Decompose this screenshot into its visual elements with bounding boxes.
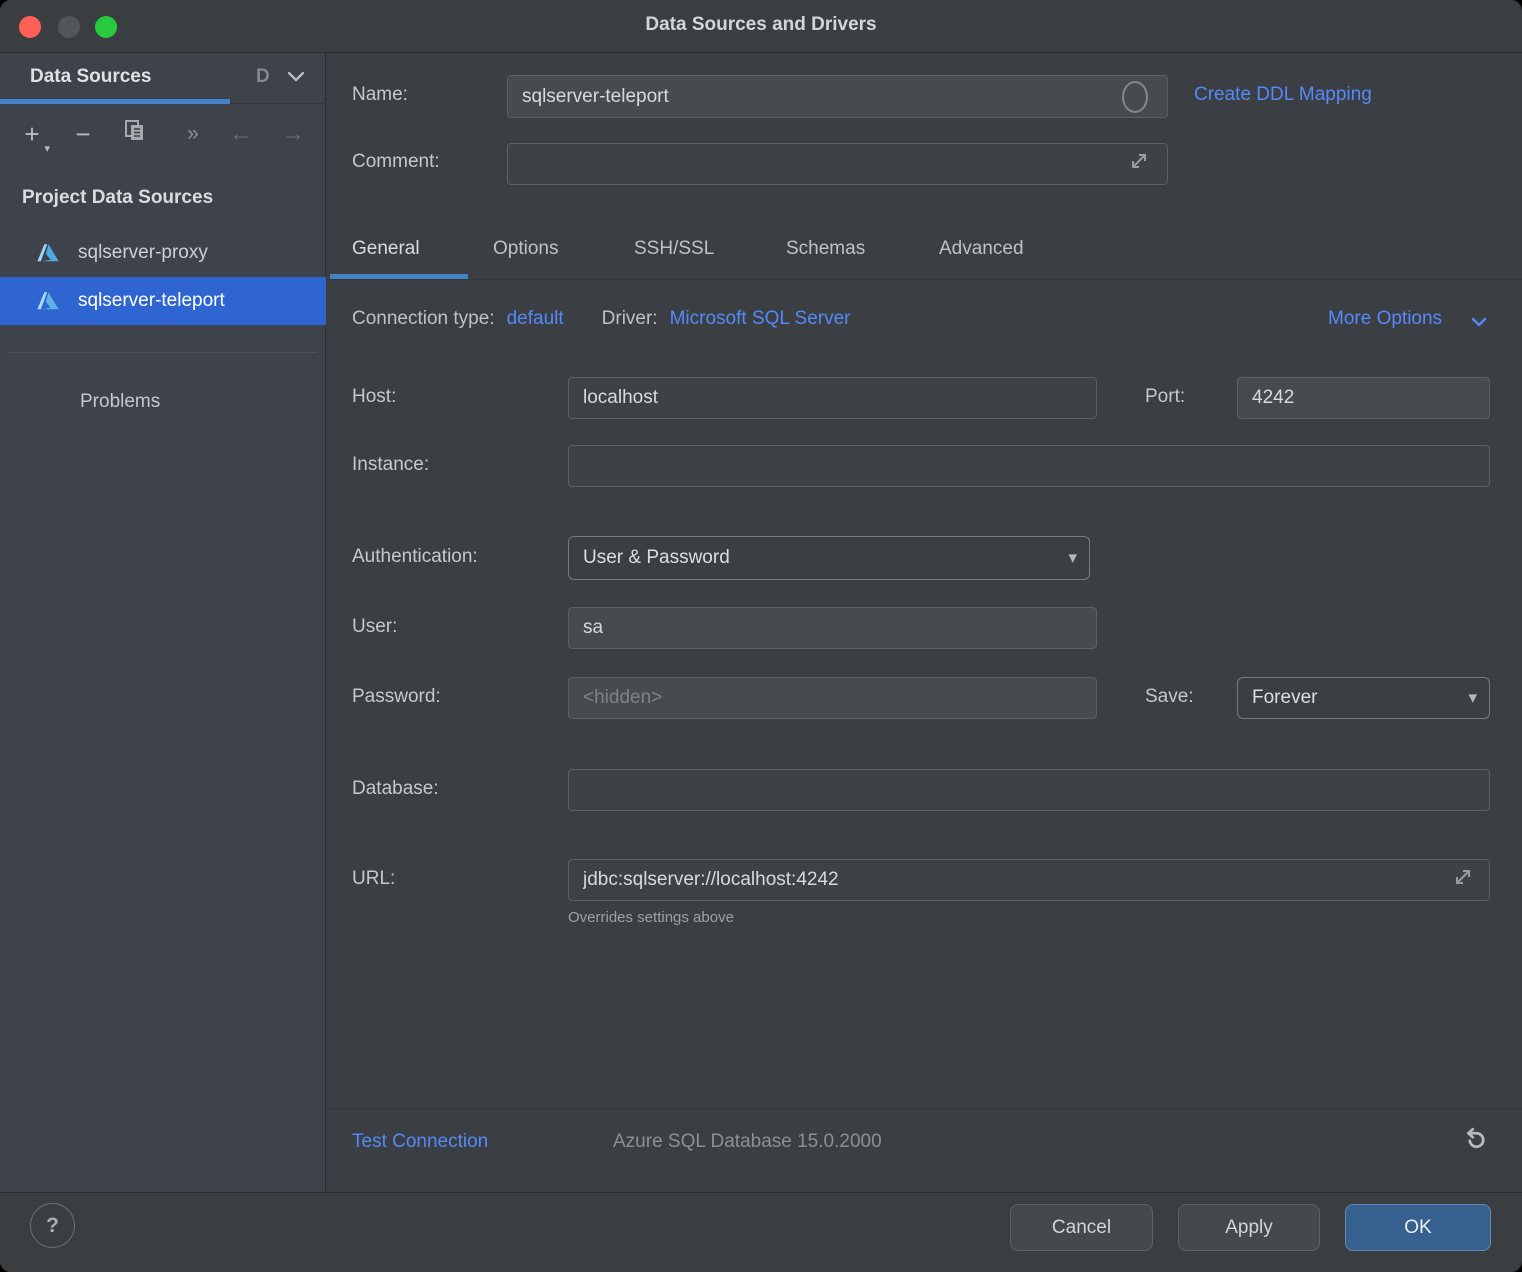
url-label: URL:	[352, 868, 395, 890]
save-select[interactable]: Forever ▾	[1237, 677, 1490, 719]
instance-label: Instance:	[352, 454, 429, 476]
loading-circle-icon	[1122, 81, 1148, 113]
connection-type-label: Connection type:	[352, 308, 495, 330]
connection-type-value-link[interactable]: default	[507, 308, 564, 330]
database-label: Database:	[352, 778, 439, 800]
azure-sql-icon	[36, 241, 60, 265]
ok-button[interactable]: OK	[1345, 1204, 1491, 1251]
host-input[interactable]	[568, 377, 1097, 419]
list-item-sqlserver-teleport[interactable]: sqlserver-teleport	[0, 277, 326, 325]
port-label: Port:	[1145, 386, 1185, 408]
driver-value-link[interactable]: Microsoft SQL Server	[670, 308, 851, 330]
create-ddl-mapping-link[interactable]: Create DDL Mapping	[1194, 84, 1372, 106]
azure-sql-icon	[36, 289, 60, 313]
back-button[interactable]: ←	[222, 115, 260, 153]
host-label: Host:	[352, 386, 396, 408]
dropdown-arrow-icon: ▾	[1468, 688, 1477, 708]
password-label: Password:	[352, 686, 441, 708]
window-title: Data Sources and Drivers	[0, 14, 1522, 36]
status-row-divider	[327, 1108, 1522, 1109]
add-dropdown-caret-icon: ▾	[44, 144, 50, 155]
expand-url-icon[interactable]	[1452, 866, 1474, 893]
tab-options[interactable]: Options	[493, 238, 558, 260]
save-value: Forever	[1252, 687, 1317, 709]
sidebar-divider	[8, 352, 318, 353]
dropdown-arrow-icon: ▾	[1068, 548, 1077, 568]
forward-button[interactable]: →	[274, 115, 312, 153]
data-sources-dialog: Data Sources and Drivers Data Sources D …	[0, 0, 1522, 1272]
add-data-source-button[interactable]: + ▾	[13, 115, 51, 153]
double-chevron-icon: »	[187, 122, 199, 145]
authentication-select[interactable]: User & Password ▾	[568, 536, 1090, 580]
more-actions-button[interactable]: »	[174, 115, 212, 153]
database-input[interactable]	[568, 769, 1490, 811]
chevron-down-icon[interactable]	[286, 70, 306, 86]
save-label: Save:	[1145, 686, 1194, 708]
arrow-left-icon: ←	[229, 120, 253, 147]
password-input[interactable]	[568, 677, 1097, 719]
test-connection-link[interactable]: Test Connection	[352, 1131, 488, 1153]
name-input[interactable]	[507, 75, 1168, 118]
data-source-label: sqlserver-teleport	[78, 290, 225, 312]
tab-advanced[interactable]: Advanced	[939, 238, 1024, 260]
list-item-sqlserver-proxy[interactable]: sqlserver-proxy	[0, 229, 326, 277]
name-label: Name:	[352, 84, 408, 106]
connection-type-row: Connection type: default Driver: Microso…	[352, 308, 851, 330]
comment-label: Comment:	[352, 151, 440, 173]
comment-input[interactable]	[507, 143, 1168, 185]
more-options-link[interactable]: More Options	[1328, 308, 1442, 330]
data-source-label: sqlserver-proxy	[78, 242, 208, 264]
authentication-value: User & Password	[583, 547, 730, 569]
duplicate-icon	[121, 119, 147, 149]
help-button[interactable]: ?	[30, 1203, 75, 1248]
tabs-divider	[327, 279, 1522, 280]
duplicate-data-source-button[interactable]	[115, 115, 153, 153]
server-version-text: Azure SQL Database 15.0.2000	[613, 1131, 882, 1153]
titlebar: Data Sources and Drivers	[0, 0, 1522, 53]
url-input[interactable]	[568, 859, 1490, 901]
user-label: User:	[352, 616, 397, 638]
minus-icon: −	[75, 119, 90, 149]
project-data-sources-header: Project Data Sources	[22, 187, 213, 209]
expand-comment-icon[interactable]	[1128, 150, 1150, 177]
driver-label: Driver:	[602, 308, 658, 330]
more-options-chevron-icon[interactable]	[1470, 315, 1488, 333]
port-input[interactable]	[1237, 377, 1490, 419]
tab-schemas[interactable]: Schemas	[786, 238, 865, 260]
tab-general[interactable]: General	[352, 238, 420, 260]
sidebar-item-problems[interactable]: Problems	[80, 391, 160, 413]
active-tab-underline	[0, 99, 230, 104]
tab-data-sources[interactable]: Data Sources	[30, 66, 151, 88]
sidebar-tab-header: Data Sources D	[0, 53, 326, 104]
remove-data-source-button[interactable]: −	[64, 115, 102, 153]
plus-icon: +	[24, 119, 39, 149]
apply-button[interactable]: Apply	[1178, 1204, 1320, 1251]
revert-icon[interactable]	[1460, 1125, 1490, 1158]
instance-input[interactable]	[568, 445, 1490, 487]
url-hint-text: Overrides settings above	[568, 909, 734, 926]
tab-drivers-truncated[interactable]: D	[256, 66, 271, 88]
sidebar: Data Sources D + ▾ −	[0, 53, 326, 1192]
arrow-right-icon: →	[281, 120, 305, 147]
cancel-button[interactable]: Cancel	[1010, 1204, 1153, 1251]
authentication-label: Authentication:	[352, 546, 478, 568]
footer-bar: ? Cancel Apply OK	[0, 1192, 1522, 1272]
tab-ssh-ssl[interactable]: SSH/SSL	[634, 238, 714, 260]
user-input[interactable]	[568, 607, 1097, 649]
